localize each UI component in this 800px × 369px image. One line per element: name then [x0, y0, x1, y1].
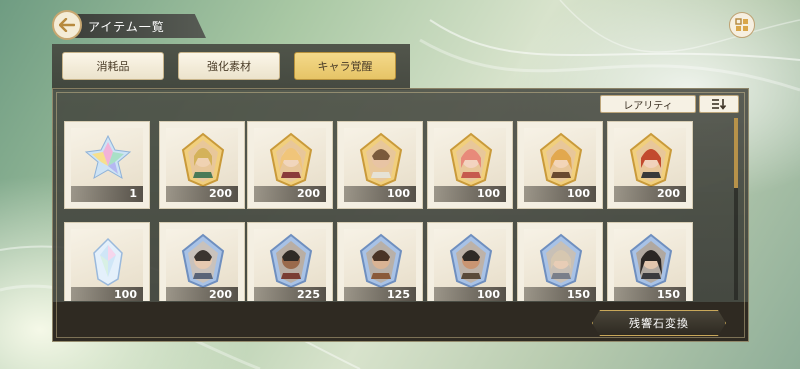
page-title: アイテム一覧 [88, 19, 165, 34]
sort-label: レアリティ [623, 100, 673, 112]
convert-echo-stone-button[interactable]: 残響石変換 [592, 310, 726, 336]
back-button[interactable] [52, 10, 82, 40]
tab-enhance-materials[interactable]: 強化素材 [178, 52, 280, 80]
item-tile[interactable]: 125 [337, 222, 423, 301]
item-tile[interactable]: 100 [427, 121, 513, 209]
arrow-left-icon [59, 18, 75, 32]
item-count: 100 [71, 287, 143, 301]
silver-crystal-icon [93, 237, 123, 286]
blue-character-shard-icon [269, 233, 313, 289]
item-tile[interactable]: 150 [607, 222, 693, 301]
item-tile[interactable]: 200 [247, 121, 333, 209]
tab-label: キャラ覚醒 [317, 60, 373, 73]
blue-character-shard-icon [181, 233, 225, 289]
item-count: 100 [344, 186, 416, 202]
scrollbar-thumb[interactable] [734, 118, 738, 188]
item-count: 225 [254, 287, 326, 301]
item-count: 200 [614, 186, 686, 202]
item-count: 1 [71, 186, 143, 202]
sort-descending-icon [712, 99, 727, 110]
item-tile[interactable]: 100 [64, 222, 150, 301]
item-count: 125 [344, 287, 416, 301]
item-tile[interactable]: 150 [517, 222, 603, 301]
item-tile[interactable]: 100 [427, 222, 513, 301]
item-tile[interactable]: 200 [159, 222, 245, 301]
item-count: 100 [434, 186, 506, 202]
blue-character-shard-icon [359, 233, 403, 289]
item-count: 150 [524, 287, 596, 301]
convert-button-label: 残響石変換 [629, 317, 689, 330]
item-grid: 1 200 200 100 100 100 200 100 200 225 12… [64, 121, 724, 301]
grid-menu-icon [735, 18, 748, 31]
gold-character-shard-icon [449, 132, 493, 188]
rainbow-crystal-icon [84, 134, 132, 180]
item-tile[interactable]: 225 [247, 222, 333, 301]
gold-character-shard-icon [359, 132, 403, 188]
blue-character-shard-icon [449, 233, 493, 289]
item-tile[interactable]: 100 [517, 121, 603, 209]
item-count: 100 [434, 287, 506, 301]
item-tile[interactable]: 200 [159, 121, 245, 209]
gold-character-shard-icon [539, 132, 583, 188]
title-bar: アイテム一覧 [66, 14, 206, 38]
blue-character-shard-icon [629, 233, 673, 289]
tab-label: 消耗品 [96, 60, 130, 73]
item-tile[interactable]: 200 [607, 121, 693, 209]
item-tile[interactable]: 1 [64, 121, 150, 209]
item-count: 200 [166, 287, 238, 301]
tab-consumables[interactable]: 消耗品 [62, 52, 164, 80]
gold-character-shard-icon [181, 132, 225, 188]
menu-button[interactable] [729, 12, 755, 38]
blue-character-shard-icon [539, 233, 583, 289]
item-count: 100 [524, 186, 596, 202]
sort-order-button[interactable] [699, 95, 739, 113]
gold-character-shard-icon [269, 132, 313, 188]
item-count: 200 [254, 186, 326, 202]
item-count: 200 [166, 186, 238, 202]
item-count: 150 [614, 287, 686, 301]
sort-rarity-button[interactable]: レアリティ [600, 95, 696, 113]
item-tile[interactable]: 100 [337, 121, 423, 209]
tab-label: 強化素材 [207, 60, 251, 73]
gold-character-shard-icon [629, 132, 673, 188]
tab-character-awakening[interactable]: キャラ覚醒 [294, 52, 396, 80]
